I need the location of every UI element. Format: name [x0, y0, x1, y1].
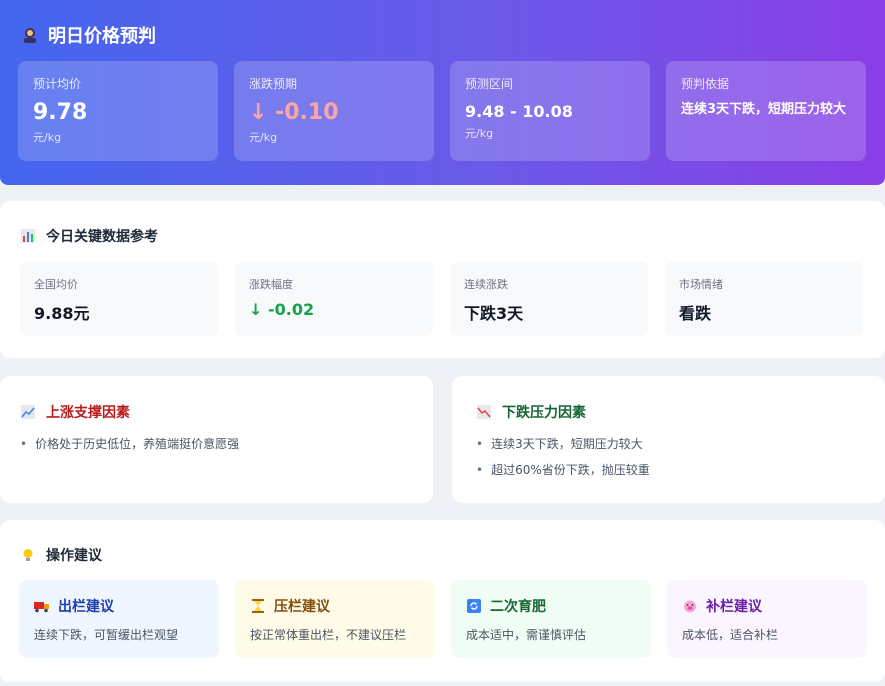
market-sentiment-card: 市场情绪 看跌 — [665, 262, 863, 336]
market-sentiment-value: 看跌 — [679, 304, 712, 323]
list-item: 价格处于历史低位，养殖端挺价意愿强 — [20, 436, 239, 462]
change-range-label: 涨跌幅度 — [249, 278, 293, 291]
up-factors-title-row: 上涨支撑因素 — [20, 402, 130, 422]
down-factors-title: 下跌压力因素 — [502, 405, 586, 421]
hold-advice-desc: 按正常体重出栏，不建议压栏 — [250, 628, 407, 642]
consecutive-change-card: 连续涨跌 下跌3天 — [450, 262, 648, 336]
forecast-basis-label: 预判依据 — [681, 77, 730, 91]
forecast-basis-text: 连续3天下跌，短期压力较大 — [681, 102, 847, 117]
truck-icon — [34, 598, 50, 614]
refresh-icon — [466, 598, 482, 614]
forecast-range-card: 预测区间 9.48 - 10.08 元/kg — [450, 61, 650, 161]
operations-title-row: 操作建议 — [20, 545, 102, 565]
forecast-range-label: 预测区间 — [465, 77, 514, 91]
up-factors-list: 价格处于历史低位，养殖端挺价意愿强 — [20, 436, 239, 462]
forecast-basis-card: 预判依据 连续3天下跌，短期压力较大 — [666, 61, 866, 161]
list-item: 超过60%省份下跌，抛压较重 — [476, 462, 650, 488]
bar-chart-icon — [20, 228, 36, 244]
trend-up-icon — [20, 404, 36, 420]
expected-change-label: 涨跌预期 — [249, 77, 298, 91]
forecast-range-unit: 元/kg — [465, 127, 494, 140]
hold-advice-title: 压栏建议 — [274, 599, 330, 615]
predicted-avg-value: 9.78 — [33, 100, 88, 125]
national-avg-card: 全国均价 9.88元 — [20, 262, 218, 336]
forecast-title: 明日价格预判 — [48, 26, 156, 47]
key-data-title: 今日关键数据参考 — [46, 229, 158, 245]
list-item: 连续3天下跌，短期压力较大 — [476, 436, 650, 462]
expected-change-unit: 元/kg — [249, 131, 278, 144]
up-factors-panel: 上涨支撑因素 价格处于历史低位，养殖端挺价意愿强 — [0, 376, 433, 503]
predicted-avg-label: 预计均价 — [33, 77, 82, 91]
sell-advice-title: 出栏建议 — [58, 599, 114, 615]
down-factors-list: 连续3天下跌，短期压力较大 超过60%省份下跌，抛压较重 — [476, 436, 650, 488]
fortune-teller-icon — [20, 25, 40, 45]
refatten-advice-title: 二次育肥 — [490, 599, 546, 615]
sell-advice-card: 出栏建议 连续下跌，可暂缓出栏观望 — [19, 580, 219, 658]
consecutive-change-label: 连续涨跌 — [464, 278, 508, 291]
hourglass-icon — [250, 598, 266, 614]
down-factors-title-row: 下跌压力因素 — [476, 402, 586, 422]
market-sentiment-label: 市场情绪 — [679, 278, 723, 291]
key-data-title-row: 今日关键数据参考 — [20, 226, 158, 246]
change-range-card: 涨跌幅度 ↓ -0.02 — [235, 262, 433, 336]
operations-title: 操作建议 — [46, 548, 102, 564]
national-avg-value: 9.88元 — [34, 304, 90, 323]
change-range-value: ↓ -0.02 — [249, 300, 315, 319]
restock-advice-card: 补栏建议 成本低，适合补栏 — [667, 580, 867, 658]
forecast-header: 明日价格预判 预计均价 9.78 元/kg 涨跌预期 ↓ -0.10 元/kg … — [0, 0, 885, 185]
expected-change-card: 涨跌预期 ↓ -0.10 元/kg — [234, 61, 434, 161]
expected-change-value: ↓ -0.10 — [249, 100, 339, 125]
pig-icon — [682, 598, 698, 614]
restock-advice-desc: 成本低，适合补栏 — [682, 628, 779, 642]
lightbulb-icon — [20, 547, 36, 563]
restock-advice-title: 补栏建议 — [706, 599, 762, 615]
hold-advice-card: 压栏建议 按正常体重出栏，不建议压栏 — [235, 580, 435, 658]
sell-advice-desc: 连续下跌，可暂缓出栏观望 — [34, 628, 179, 642]
predicted-avg-unit: 元/kg — [33, 131, 62, 144]
trend-down-icon — [476, 404, 492, 420]
predicted-avg-card: 预计均价 9.78 元/kg — [18, 61, 218, 161]
forecast-title-row: 明日价格预判 — [20, 22, 156, 48]
refatten-advice-card: 二次育肥 成本适中，需谨慎评估 — [451, 580, 651, 658]
forecast-range-value: 9.48 - 10.08 — [465, 102, 573, 121]
national-avg-label: 全国均价 — [34, 278, 78, 291]
up-factors-title: 上涨支撑因素 — [46, 405, 130, 421]
down-factors-panel: 下跌压力因素 连续3天下跌，短期压力较大 超过60%省份下跌，抛压较重 — [452, 376, 885, 503]
consecutive-change-value: 下跌3天 — [464, 304, 524, 323]
refatten-advice-desc: 成本适中，需谨慎评估 — [466, 628, 587, 642]
